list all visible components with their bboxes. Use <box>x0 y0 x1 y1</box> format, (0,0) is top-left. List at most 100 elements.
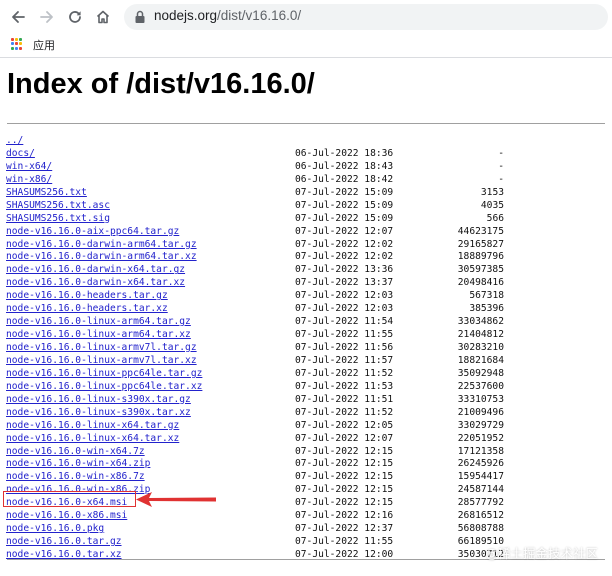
file-link[interactable]: node-v16.16.0-linux-s390x.tar.xz <box>6 407 191 420</box>
file-link[interactable]: node-v16.16.0-linux-armv7l.tar.gz <box>6 342 197 355</box>
file-date: 07-Jul-2022 12:02 <box>295 238 394 250</box>
list-item: node-v16.16.0-darwin-arm64.tar.gz 07-Jul-… <box>0 239 612 252</box>
file-date: 07-Jul-2022 11:52 <box>295 367 394 379</box>
list-item: node-v16.16.0-darwin-arm64.tar.xz 07-Jul-… <box>0 251 612 264</box>
watermark: @稀土掘金技术社区 <box>485 546 598 561</box>
file-date: 07-Jul-2022 12:05 <box>295 419 394 431</box>
file-size: 567318 <box>469 290 504 302</box>
file-link[interactable]: node-v16.16.0-win-x64.zip <box>6 458 150 471</box>
list-item: node-v16.16.0-win-x64.7z 07-Jul-2022 12:1… <box>0 446 612 459</box>
file-size: 33310753 <box>457 393 504 405</box>
file-date: 07-Jul-2022 12:00 <box>295 549 394 560</box>
list-item: SHASUMS256.txt.asc 07-Jul-2022 15:09 4035 <box>0 200 612 213</box>
file-date: 07-Jul-2022 12:15 <box>295 484 394 496</box>
file-date: 07-Jul-2022 11:53 <box>295 380 394 392</box>
file-date: 07-Jul-2022 11:54 <box>295 316 394 328</box>
file-date: 07-Jul-2022 12:15 <box>295 471 394 483</box>
file-date: 07-Jul-2022 12:15 <box>295 445 394 457</box>
file-date: 06-Jul-2022 18:36 <box>295 147 394 159</box>
divider <box>7 123 605 124</box>
file-size: - <box>498 173 504 185</box>
file-link[interactable]: win-x86/ <box>6 174 52 187</box>
list-item: node-v16.16.0-darwin-x64.tar.xz 07-Jul-20… <box>0 277 612 290</box>
file-link[interactable]: node-v16.16.0.tar.xz <box>6 549 122 562</box>
file-link[interactable]: node-v16.16.0-win-x86.7z <box>6 471 145 484</box>
file-size: 18889796 <box>457 251 504 263</box>
file-size: 44623175 <box>457 225 504 237</box>
file-size: 24587144 <box>457 484 504 496</box>
list-item: win-x64/06-Jul-2022 18:43 - <box>0 161 612 174</box>
arrow-left-icon <box>136 492 216 507</box>
file-link[interactable]: win-x64/ <box>6 161 52 174</box>
file-date: 07-Jul-2022 15:09 <box>295 186 394 198</box>
file-link[interactable]: node-v16.16.0-linux-arm64.tar.gz <box>6 316 191 329</box>
list-item: node-v16.16.0-linux-ppc64le.tar.gz 07-Jul… <box>0 368 612 381</box>
forward-button[interactable] <box>37 7 57 27</box>
apps-grid-icon[interactable] <box>11 38 23 50</box>
file-link[interactable]: node-v16.16.0-linux-x64.tar.xz <box>6 433 179 446</box>
file-size: 30283210 <box>457 342 504 353</box>
file-link[interactable]: node-v16.16.0-linux-x64.tar.gz <box>6 420 179 433</box>
file-size: 20498416 <box>457 277 504 289</box>
apps-dot <box>19 42 22 46</box>
list-item: docs/06-Jul-2022 18:36 - <box>0 148 612 161</box>
file-link[interactable]: node-v16.16.0-aix-ppc64.tar.gz <box>6 226 179 239</box>
parent-directory-link[interactable]: ../ <box>6 135 23 148</box>
file-link[interactable]: node-v16.16.0-win-x64.7z <box>6 446 145 459</box>
file-date: 07-Jul-2022 11:55 <box>295 329 394 341</box>
file-link[interactable]: node-v16.16.0.pkg <box>6 523 104 536</box>
file-date: 07-Jul-2022 11:57 <box>295 354 394 366</box>
file-size: 35092948 <box>457 367 504 379</box>
file-size: 30597385 <box>457 264 504 276</box>
file-link[interactable]: node-v16.16.0-darwin-x64.tar.xz <box>6 277 185 290</box>
file-date: 07-Jul-2022 12:37 <box>295 523 394 535</box>
list-item: node-v16.16.0-linux-s390x.tar.xz 07-Jul-2… <box>0 407 612 420</box>
file-size: 26816512 <box>457 510 504 522</box>
home-button[interactable] <box>93 7 113 27</box>
file-date: 07-Jul-2022 11:56 <box>295 342 394 353</box>
file-date: 06-Jul-2022 18:43 <box>295 160 394 172</box>
file-size: 26245926 <box>457 458 504 470</box>
file-link[interactable]: node-v16.16.0-darwin-arm64.tar.gz <box>6 239 197 252</box>
file-link[interactable]: node-v16.16.0-darwin-arm64.tar.xz <box>6 251 197 264</box>
file-size: 22051952 <box>457 432 504 444</box>
file-size: - <box>498 160 504 172</box>
list-item: node-v16.16.0-linux-arm64.tar.xz 07-Jul-2… <box>0 329 612 342</box>
address-bar[interactable]: nodejs.org/dist/v16.16.0/ <box>124 4 608 30</box>
file-link[interactable]: node-v16.16.0-headers.tar.xz <box>6 303 168 316</box>
file-size: 21404812 <box>457 329 504 341</box>
apps-bookmark-label[interactable]: 应用 <box>33 37 55 53</box>
list-item: win-x86/06-Jul-2022 18:42 - <box>0 174 612 187</box>
file-link[interactable]: docs/ <box>6 148 35 161</box>
file-date: 07-Jul-2022 11:55 <box>295 536 394 548</box>
list-item: node-v16.16.0-linux-armv7l.tar.xz 07-Jul-… <box>0 355 612 368</box>
file-link[interactable]: node-v16.16.0-linux-armv7l.tar.xz <box>6 355 197 368</box>
file-link[interactable]: node-v16.16.0-linux-ppc64le.tar.gz <box>6 368 202 381</box>
back-button[interactable] <box>8 7 28 27</box>
list-item: SHASUMS256.txt.sig 07-Jul-2022 15:09 566 <box>0 213 612 226</box>
file-link[interactable]: SHASUMS256.txt <box>6 187 87 200</box>
list-item: node-v16.16.0-win-x86.7z 07-Jul-2022 12:1… <box>0 471 612 484</box>
file-date: 07-Jul-2022 12:07 <box>295 225 394 237</box>
apps-dot <box>15 46 18 50</box>
list-item: node-v16.16.0-linux-arm64.tar.gz 07-Jul-2… <box>0 316 612 329</box>
url-text: nodejs.org/dist/v16.16.0/ <box>154 8 301 23</box>
file-link[interactable]: node-v16.16.0.tar.gz <box>6 536 122 549</box>
reload-button[interactable] <box>65 7 85 27</box>
file-link[interactable]: node-v16.16.0-darwin-x64.tar.gz <box>6 264 185 277</box>
file-link[interactable]: SHASUMS256.txt.sig <box>6 213 110 226</box>
file-link[interactable]: node-v16.16.0-linux-s390x.tar.gz <box>6 394 191 407</box>
list-item: node-v16.16.0.pkg 07-Jul-2022 12:37 568087… <box>0 523 612 536</box>
list-item: node-v16.16.0-linux-x64.tar.xz 07-Jul-202… <box>0 433 612 446</box>
apps-dot <box>11 38 14 41</box>
file-size: 22537600 <box>457 380 504 392</box>
arrow-right-icon <box>40 11 53 23</box>
parent-row: ../ <box>0 135 612 148</box>
file-size: 3153 <box>480 186 504 198</box>
file-link[interactable]: SHASUMS256.txt.asc <box>6 200 110 213</box>
file-link[interactable]: node-v16.16.0-x86.msi <box>6 510 127 523</box>
file-link[interactable]: node-v16.16.0-linux-ppc64le.tar.xz <box>6 381 202 394</box>
file-link[interactable]: node-v16.16.0-headers.tar.gz <box>6 290 168 303</box>
file-link[interactable]: node-v16.16.0-linux-arm64.tar.xz <box>6 329 191 342</box>
highlight-box <box>3 491 136 507</box>
